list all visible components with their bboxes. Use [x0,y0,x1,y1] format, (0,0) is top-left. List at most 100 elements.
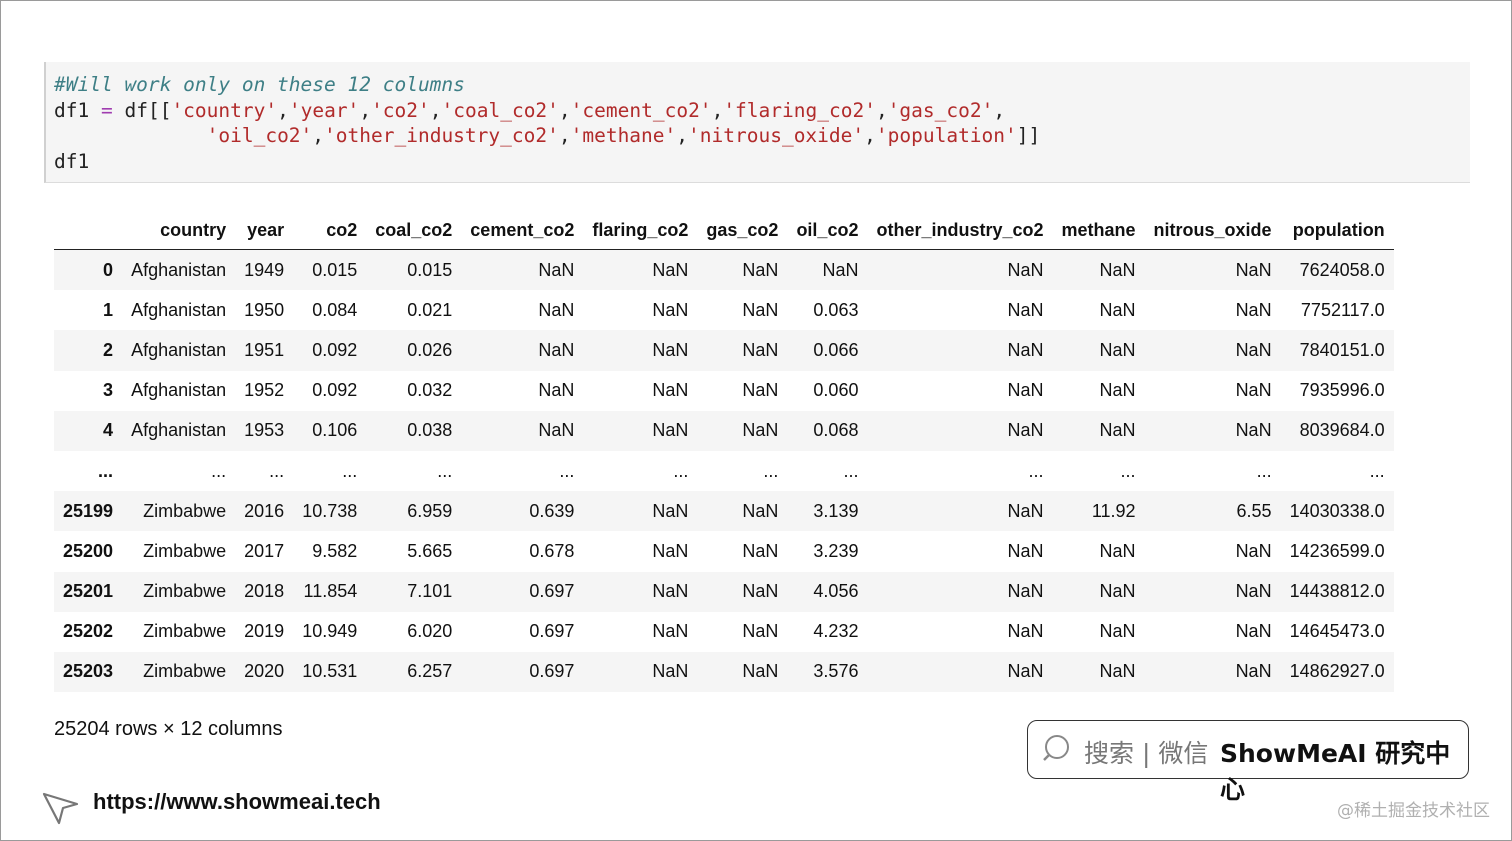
table-cell: 10.949 [302,621,358,642]
table-cell: NaN [583,571,698,612]
table-cell: NaN [1007,540,1044,561]
table-cell: 7935996.0 [1299,380,1385,401]
table-body: 0 Afghanistan 1949 0.015 0.015 NaN NaN NaN NaN Na… [54,249,1394,693]
code-cell[interactable]: #Will work only on these 12 columns df1 … [44,62,1470,183]
table-cell: Zimbabwe [143,540,227,561]
table-cell: NaN [867,491,1053,532]
table-cell: NaN [1052,651,1145,693]
code-call-close: ]] [1016,124,1041,147]
table-cell: NaN [583,491,698,532]
table-cell: ... [211,460,227,481]
row-index: 25201 [54,571,123,612]
column-header: co2 [293,212,367,250]
table-cell: 6.020 [407,621,453,642]
dataframe-table: country year co2 coal_co2 cement_co2 flaring_… [54,212,1394,693]
table-row: ....................................... [54,451,1394,491]
code-text: #Will work only on these 12 columns df1 … [54,72,1040,174]
code-string-arg: 'coal_co2' [441,98,559,122]
table-cell: NaN [1144,651,1281,693]
table-cell: 0.092 [293,330,367,371]
table-row: 25200 Zimbabwe 2017 9.582 5.665 0.678 NaN NaN 3.… [54,531,1394,571]
table-cell: NaN [652,299,689,320]
table-cell: NaN [583,330,698,371]
table-cell: NaN [461,249,584,291]
code-line2-args: 'oil_co2','other_industry_co2','methane'… [206,124,1017,147]
table-cell: ... [1369,460,1385,481]
table-cell: ... [269,460,285,481]
table-cell: NaN [1144,249,1281,291]
table-cell: NaN [1235,380,1272,401]
table-cell: 6.55 [1144,491,1281,532]
website-url[interactable]: https://www.showmeai.tech [93,789,381,815]
table-cell: NaN [1099,621,1136,642]
code-string-arg: 'year' [288,98,360,122]
row-index: 25199 [54,491,123,532]
table-cell: NaN [1052,330,1145,371]
table-cell: 0.068 [787,410,868,451]
table-cell: 0.026 [366,330,462,371]
table-cell: NaN [538,380,575,401]
table-row: 3 Afghanistan 1952 0.092 0.032 NaN NaN NaN 0.060… [54,371,1394,411]
table-row: 25202 Zimbabwe 2019 10.949 6.020 0.697 NaN NaN 4… [54,612,1394,652]
table-cell: NaN [742,540,779,561]
table-cell: 3.576 [787,651,868,693]
table-cell: 0.032 [407,380,453,401]
table-cell: NaN [1007,299,1044,320]
table-cell: 4.056 [787,571,868,612]
table-cell: NaN [867,651,1053,693]
wechat-search-badge: 搜索 | 微信 ShowMeAI 研究中心 [1027,720,1469,804]
table-cell: NaN [583,651,698,693]
code-string-arg: 'population' [875,124,1017,147]
code-line1-args: 'country','year','co2','coal_co2','cemen… [171,98,1006,122]
table-cell: ... [437,460,453,481]
table-cell: 2019 [244,621,285,642]
code-assign-op: = [89,98,125,122]
column-header: nitrous_oxide [1144,212,1281,250]
table-cell: Zimbabwe [143,621,227,642]
table-cell: 11.92 [1052,491,1145,532]
table-cell: 0.021 [407,299,453,320]
column-header: year [235,212,294,250]
table-cell: NaN [787,249,868,291]
table-cell: Afghanistan [131,380,227,401]
table-cell: NaN [867,249,1053,291]
column-header: country [122,212,236,250]
table-cell: NaN [697,330,788,371]
table-cell: 1953 [235,410,294,451]
table-cell: 0.038 [366,410,462,451]
column-header: cement_co2 [461,212,584,250]
table-row: 25199 Zimbabwe 2016 10.738 6.959 0.639 NaN NaN 3… [54,491,1394,532]
table-cell: NaN [652,540,689,561]
code-last-line: df1 [54,149,90,173]
table-cell: NaN [583,249,698,291]
table-row: 2 Afghanistan 1951 0.092 0.026 NaN NaN NaN 0.066… [54,330,1394,371]
table-cell: NaN [867,410,1053,451]
table-cell: 0.015 [293,249,367,291]
table-cell: 7840151.0 [1280,330,1394,371]
code-string-arg: 'nitrous_oxide' [688,124,865,147]
code-string-arg: 'co2' [371,98,430,122]
table-cell: 0.106 [293,410,367,451]
table-cell: 0.697 [461,651,584,693]
table-cell: 0.678 [529,540,575,561]
table-cell: ... [1256,460,1272,481]
row-index: 4 [54,410,123,451]
code-call-open: df[[ [124,98,172,122]
table-cell: ... [1120,460,1136,481]
table-cell: Afghanistan [131,299,227,320]
table-cell: NaN [538,299,575,320]
table-cell: 0.092 [312,380,358,401]
table-cell: 0.639 [461,491,584,532]
table-cell: 2017 [244,540,285,561]
table-cell: 14862927.0 [1280,651,1394,693]
table-cell: Zimbabwe [122,651,236,693]
table-cell: 9.582 [312,540,358,561]
column-header: other_industry_co2 [867,212,1053,250]
table-cell: 2018 [235,571,294,612]
code-string-arg: 'gas_co2' [887,98,994,122]
table-cell: NaN [652,380,689,401]
table-cell: NaN [697,410,788,451]
row-index: 1 [103,299,114,320]
table-cell: 14030338.0 [1280,491,1394,532]
table-cell: NaN [1235,621,1272,642]
